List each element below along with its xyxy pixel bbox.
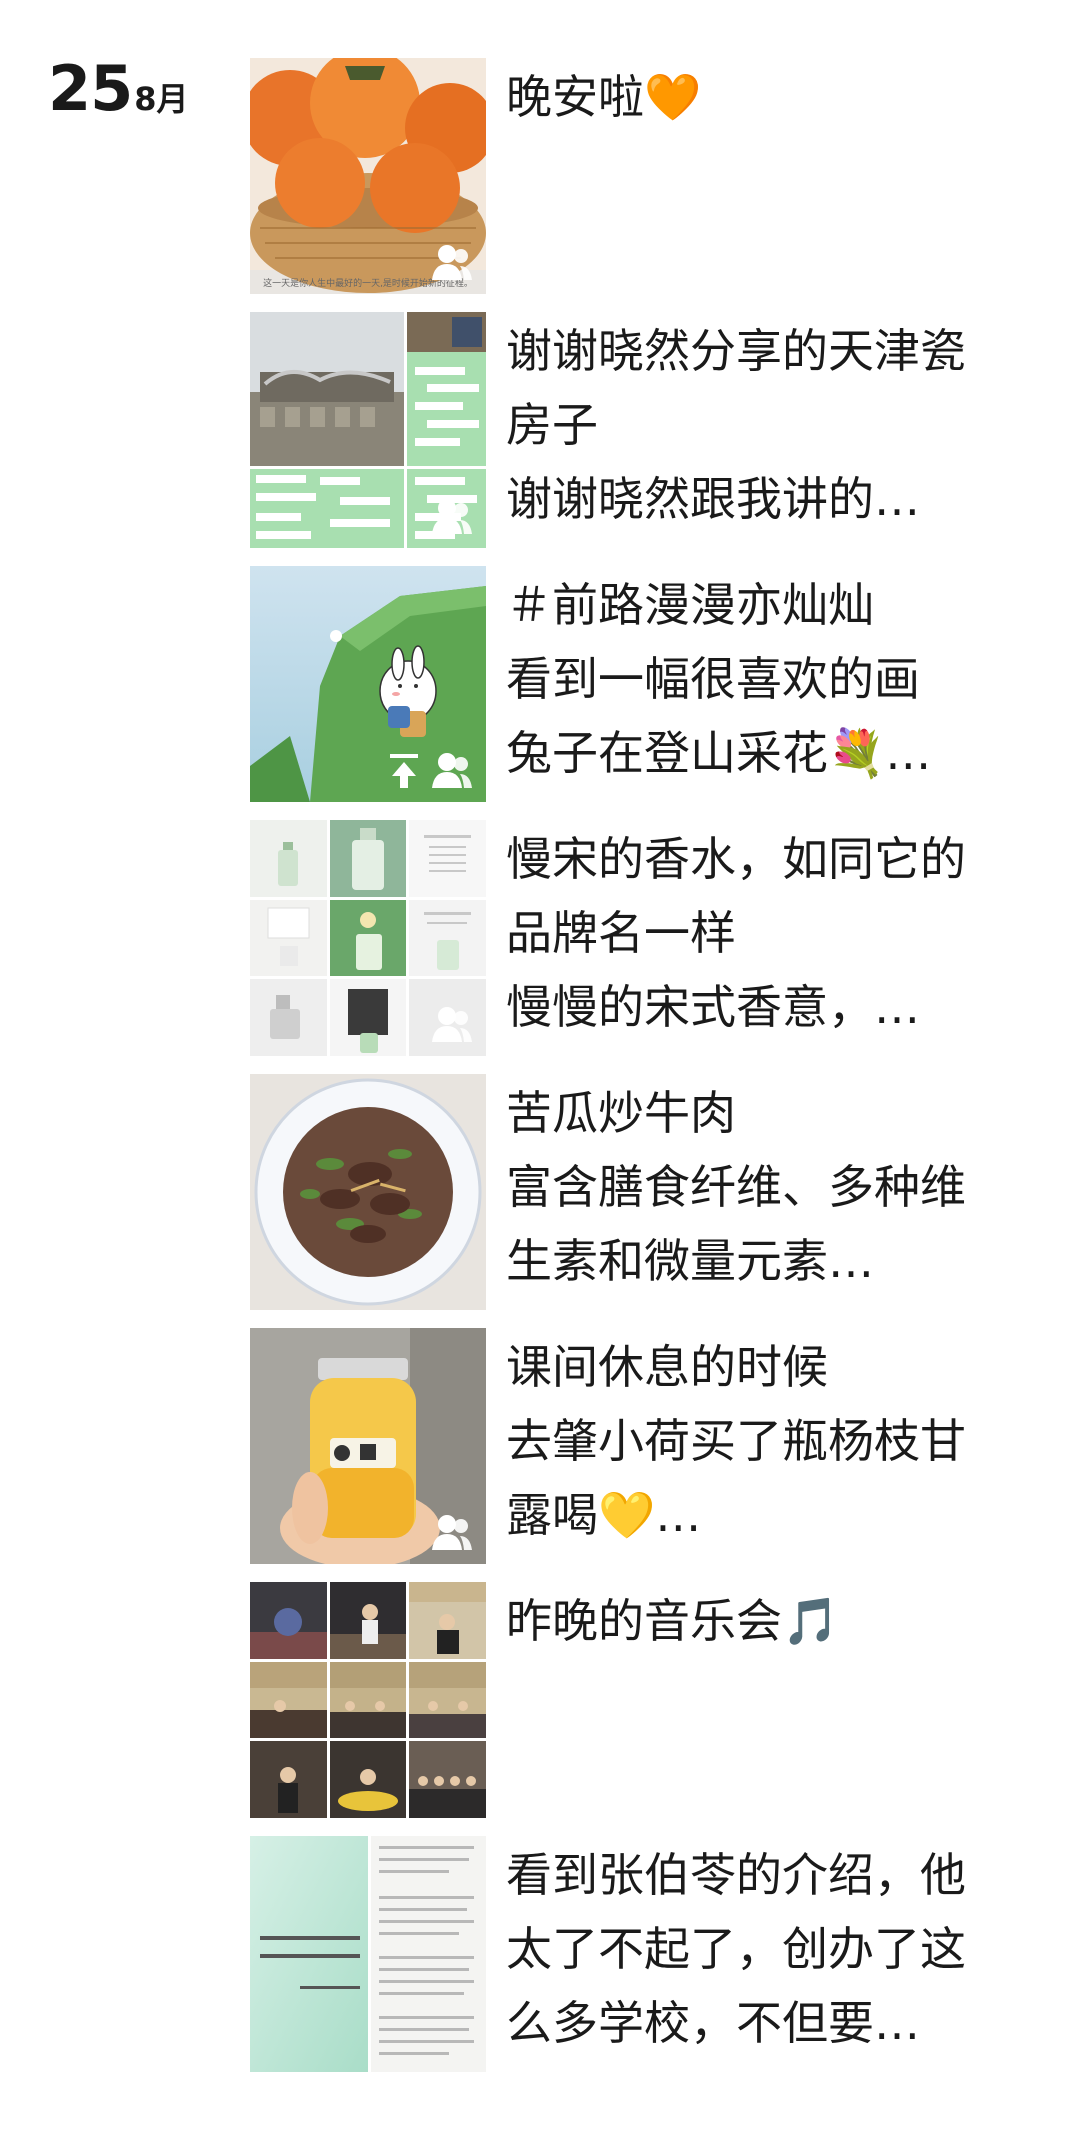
post-text-line: 富含膳食纤维、多种维 — [506, 1160, 966, 1214]
post-text-line: 课间休息的时候 — [506, 1340, 828, 1394]
friends-only-icon — [432, 1007, 472, 1042]
post-text-line: 房子 — [506, 398, 598, 452]
friends-only-icon — [432, 245, 472, 280]
date-month: 8月 — [134, 80, 189, 118]
post-text-line: 么多学校，不但要… — [506, 1996, 920, 2050]
post-text: 苦瓜炒牛肉 富含膳食纤维、多种维 生素和微量元素… — [506, 1076, 1026, 1298]
post-text-line: 兔子在登山采花💐… — [506, 726, 932, 780]
post-text-line: 品牌名一样 — [506, 906, 736, 960]
post-text-line: 晚安啦🧡 — [506, 70, 702, 124]
post-text-line: 看到一幅很喜欢的画 — [506, 652, 920, 706]
post-text-line: 昨晚的音乐会🎵 — [506, 1594, 840, 1648]
post-thumbnail[interactable] — [250, 820, 486, 1056]
post-thumbnail[interactable] — [250, 1582, 486, 1818]
post-text: 谢谢晓然分享的天津瓷 房子 谢谢晓然跟我讲的… — [506, 314, 1026, 536]
post-thumbnail[interactable] — [250, 1328, 486, 1564]
post-thumbnail[interactable] — [250, 1836, 486, 2072]
moment-post[interactable]: 看到张伯苓的介绍，他 太了不起了，创办了这 么多学校，不但要… — [250, 1836, 1030, 2072]
post-thumbnail[interactable]: 这一天是你人生中最好的一天,是时候开始新的征程。 — [250, 58, 486, 294]
post-text-line: 生素和微量元素… — [506, 1234, 874, 1288]
friends-only-icon — [432, 1515, 472, 1550]
post-text: 昨晚的音乐会🎵 — [506, 1584, 1026, 1658]
post-text: 晚安啦🧡 — [506, 60, 1026, 134]
post-text: ＃前路漫漫亦灿灿 看到一幅很喜欢的画 兔子在登山采花💐… — [506, 568, 1026, 790]
post-text-line: ＃前路漫漫亦灿灿 — [506, 578, 874, 632]
moment-post[interactable]: 谢谢晓然分享的天津瓷 房子 谢谢晓然跟我讲的… — [250, 312, 1030, 548]
post-text-line: 慢宋的香水，如同它的 — [506, 832, 966, 886]
moment-post[interactable]: ＃前路漫漫亦灿灿 看到一幅很喜欢的画 兔子在登山采花💐… — [250, 566, 1030, 802]
post-text: 慢宋的香水，如同它的 品牌名一样 慢慢的宋式香意，… — [506, 822, 1026, 1044]
post-text-line: 去肇小荷买了瓶杨枝甘 — [506, 1414, 966, 1468]
post-text-line: 苦瓜炒牛肉 — [506, 1086, 736, 1140]
post-text-line: 慢慢的宋式香意，… — [506, 980, 920, 1034]
post-text-line: 看到张伯苓的介绍，他 — [506, 1848, 966, 1902]
moment-post[interactable]: 这一天是你人生中最好的一天,是时候开始新的征程。 晚安啦🧡 — [250, 58, 1030, 294]
post-text: 看到张伯苓的介绍，他 太了不起了，创办了这 么多学校，不但要… — [506, 1838, 1026, 2060]
moment-post[interactable]: 苦瓜炒牛肉 富含膳食纤维、多种维 生素和微量元素… — [250, 1074, 1030, 1310]
moment-post[interactable]: 昨晚的音乐会🎵 — [250, 1582, 1030, 1818]
post-text-line: 露喝💛… — [506, 1488, 702, 1542]
post-thumbnail[interactable] — [250, 566, 486, 802]
post-text: 课间休息的时候 去肇小荷买了瓶杨枝甘 露喝💛… — [506, 1330, 1026, 1552]
friends-only-icon — [432, 753, 472, 788]
date-day: 25 — [48, 52, 133, 125]
post-text-line: 太了不起了，创办了这 — [506, 1922, 966, 1976]
upload-icon — [390, 754, 418, 788]
post-thumbnail[interactable] — [250, 312, 486, 548]
moment-post[interactable]: 课间休息的时候 去肇小荷买了瓶杨枝甘 露喝💛… — [250, 1328, 1030, 1564]
post-thumbnail[interactable] — [250, 1074, 486, 1310]
friends-only-icon — [432, 499, 472, 534]
post-date: 25 8月 — [48, 58, 189, 120]
post-text-line: 谢谢晓然分享的天津瓷 — [506, 324, 966, 378]
moment-post[interactable]: 慢宋的香水，如同它的 品牌名一样 慢慢的宋式香意，… — [250, 820, 1030, 1056]
post-text-line: 谢谢晓然跟我讲的… — [506, 472, 920, 526]
